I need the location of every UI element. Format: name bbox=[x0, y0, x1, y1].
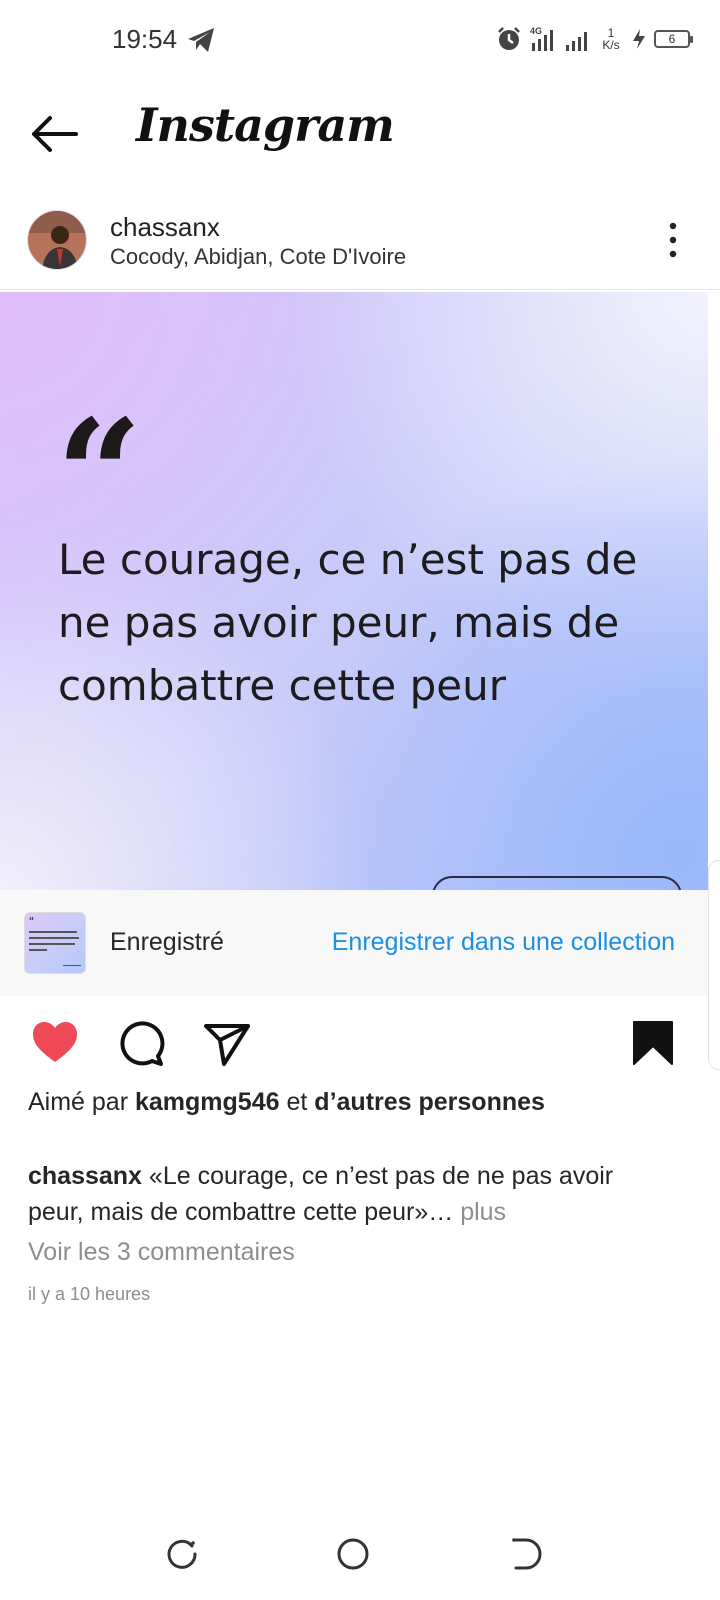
post-timestamp: il y a 10 heures bbox=[28, 1284, 151, 1304]
alarm-icon bbox=[498, 27, 520, 50]
instagram-logo: Instagram bbox=[136, 98, 395, 152]
heart-filled-icon[interactable] bbox=[30, 1018, 80, 1068]
status-bar: 19:54 4G 1 K/s 6 bbox=[0, 0, 720, 80]
recent-apps-icon[interactable] bbox=[162, 1534, 202, 1574]
network-speed: 1 K/s bbox=[602, 26, 620, 52]
bookmark-filled-icon[interactable] bbox=[628, 1018, 678, 1068]
comment-icon[interactable] bbox=[116, 1018, 166, 1068]
signal-icon bbox=[566, 32, 587, 51]
svg-text:4G: 4G bbox=[530, 26, 542, 36]
post-actions bbox=[0, 1012, 720, 1072]
arrow-left-icon[interactable] bbox=[28, 112, 80, 156]
quote-text: Le courage, ce n’est pas de ne pas avoir… bbox=[58, 535, 638, 710]
status-time: 19:54 bbox=[112, 24, 178, 54]
view-comments-link[interactable]: Voir les 3 commentaires bbox=[28, 1238, 295, 1267]
save-to-collection-link[interactable]: Enregistrer dans une collection bbox=[332, 928, 675, 957]
likes-summary[interactable]: Aimé par kamgmg546 et d’autres personnes bbox=[28, 1086, 648, 1119]
status-indicators: 4G 1 K/s 6 bbox=[496, 22, 693, 56]
post-location[interactable]: Cocody, Abidjan, Cote D'Ivoire bbox=[110, 244, 406, 270]
post-username[interactable]: chassanx bbox=[110, 212, 220, 243]
post-image[interactable]: “ Le courage, ce n’est pas de ne pas avo… bbox=[0, 292, 708, 896]
saved-label: Enregistré bbox=[110, 928, 224, 956]
post-caption: chassanx «Le courage, ce n’est pas de ne… bbox=[28, 1158, 668, 1230]
saved-notification-bar: “ Enregistré Enregistrer dans une collec… bbox=[0, 890, 720, 996]
system-nav-bar bbox=[0, 1510, 720, 1600]
telegram-icon bbox=[188, 28, 214, 52]
more-vertical-icon[interactable] bbox=[666, 220, 680, 260]
charging-icon bbox=[633, 29, 645, 49]
caption-more-link[interactable]: plus bbox=[460, 1198, 506, 1226]
signal-4g-icon: 4G bbox=[530, 26, 553, 51]
home-icon[interactable] bbox=[333, 1534, 373, 1574]
battery-icon: 6 bbox=[654, 30, 693, 48]
other-likers[interactable]: d’autres personnes bbox=[314, 1088, 545, 1116]
thumbnail-quote-mark: “ bbox=[29, 916, 34, 927]
saved-post-thumbnail: “ bbox=[24, 912, 86, 974]
post-header: chassanx Cocody, Abidjan, Cote D'Ivoire bbox=[0, 198, 720, 290]
send-icon[interactable] bbox=[202, 1018, 252, 1068]
app-header: Instagram bbox=[0, 90, 720, 180]
back-nav-icon[interactable] bbox=[506, 1534, 546, 1574]
quote-mark: “ bbox=[56, 387, 143, 563]
avatar[interactable] bbox=[27, 210, 87, 270]
liker-username[interactable]: kamgmg546 bbox=[135, 1088, 280, 1116]
caption-username[interactable]: chassanx bbox=[28, 1162, 142, 1190]
